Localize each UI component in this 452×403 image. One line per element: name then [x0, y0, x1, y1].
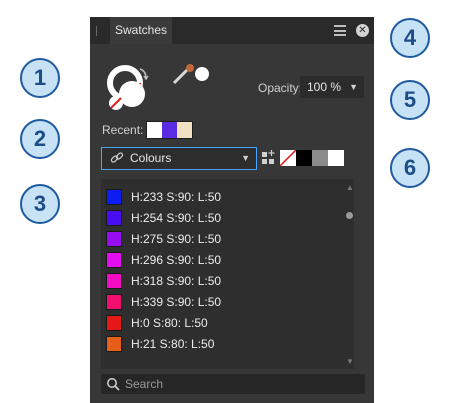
fill-stroke-well[interactable] [106, 63, 156, 113]
close-icon[interactable]: ✕ [356, 24, 369, 37]
swatch-label: H:21 S:80: L:50 [131, 337, 215, 351]
search-input[interactable] [125, 375, 355, 392]
list-item[interactable]: H:233 S:90: L:50 [101, 187, 341, 207]
swatch-chip [106, 294, 122, 310]
swatch-list: H:233 S:90: L:50 H:254 S:90: L:50 H:275 … [101, 179, 354, 369]
swatch-label: H:0 S:80: L:50 [131, 316, 208, 330]
scroll-down-icon[interactable]: ▼ [346, 357, 354, 366]
list-item[interactable]: H:318 S:90: L:50 [101, 271, 341, 291]
opacity-dropdown[interactable]: 100 % ▼ [300, 76, 364, 98]
opacity-label: Opacity: [258, 81, 303, 95]
swatch-chip [106, 231, 122, 247]
recent-label: Recent: [102, 123, 144, 137]
list-item[interactable]: H:254 S:90: L:50 [101, 208, 341, 228]
hamburger-menu-icon[interactable] [334, 25, 346, 36]
list-item[interactable]: H:339 S:90: L:50 [101, 292, 341, 312]
quick-swatch-black[interactable] [296, 150, 312, 166]
callout-2: 2 [20, 119, 60, 159]
swatch-label: H:275 S:90: L:50 [131, 232, 222, 246]
palette-category-dropdown[interactable]: Colours ▼ [101, 147, 257, 170]
recent-swatch[interactable] [177, 122, 192, 138]
palette-category-label: Colours [130, 151, 172, 165]
quick-colors [280, 150, 344, 166]
list-item[interactable]: H:275 S:90: L:50 [101, 229, 341, 249]
scroll-thumb[interactable] [346, 212, 353, 219]
swatch-label: H:296 S:90: L:50 [131, 253, 222, 267]
list-scrollbar[interactable]: ▲ ▼ [345, 179, 354, 369]
swatch-label: H:339 S:90: L:50 [131, 295, 222, 309]
swatch-chip [106, 315, 122, 331]
callout-5: 5 [390, 80, 430, 120]
swatch-chip [106, 336, 122, 352]
chevron-down-icon: ▼ [349, 82, 358, 92]
list-item[interactable]: H:21 S:80: L:50 [101, 334, 341, 354]
callout-1: 1 [20, 58, 60, 98]
swatch-label: H:233 S:90: L:50 [131, 190, 222, 204]
no-fill-swatch[interactable] [280, 150, 296, 166]
callout-3: 3 [20, 184, 60, 224]
add-palette-icon[interactable] [262, 149, 276, 165]
swatch-chip [106, 189, 122, 205]
link-icon [110, 152, 124, 163]
quick-swatch-gray[interactable] [312, 150, 328, 166]
color-picker-icon[interactable] [170, 63, 210, 85]
callout-4: 4 [390, 18, 430, 58]
swatch-chip [106, 252, 122, 268]
opacity-value: 100 % [307, 80, 342, 94]
chevron-down-icon: ▼ [241, 153, 250, 163]
panel-grip-handle[interactable] [96, 26, 97, 36]
scroll-up-icon[interactable]: ▲ [346, 183, 354, 192]
swatch-label: H:254 S:90: L:50 [131, 211, 222, 225]
search-icon [107, 378, 120, 391]
callout-6: 6 [390, 148, 430, 188]
tab-swatches[interactable]: Swatches [110, 17, 172, 44]
recent-swatch[interactable] [162, 122, 177, 138]
list-item[interactable]: H:296 S:90: L:50 [101, 250, 341, 270]
swatch-chip [106, 210, 122, 226]
swatch-chip [106, 273, 122, 289]
panel-tab-bar: Swatches ✕ [90, 17, 374, 44]
recent-swatch[interactable] [147, 122, 162, 138]
swatches-panel: Swatches ✕ Opacity: 100 % ▼ Recent: Colo… [90, 17, 374, 403]
search-bar [101, 374, 365, 394]
swatch-label: H:318 S:90: L:50 [131, 274, 222, 288]
recent-colors [146, 121, 193, 139]
list-item[interactable]: H:0 S:80: L:50 [101, 313, 341, 333]
quick-swatch-white[interactable] [328, 150, 344, 166]
